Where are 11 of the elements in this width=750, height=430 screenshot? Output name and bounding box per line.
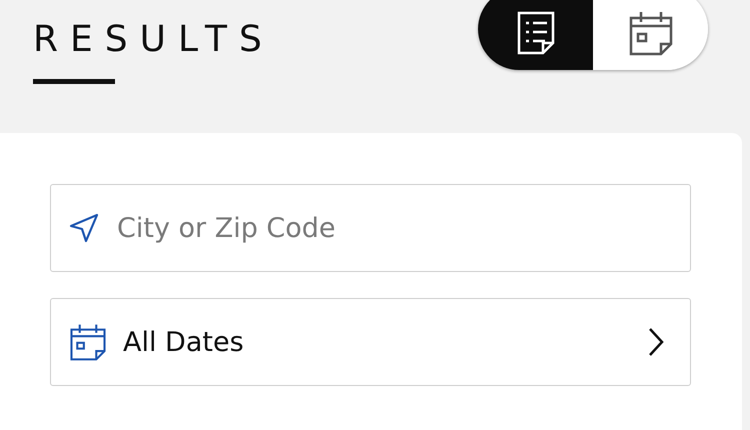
list-view-button[interactable] xyxy=(478,0,593,70)
date-value: All Dates xyxy=(123,326,245,358)
page-title: RESULTS xyxy=(33,20,274,60)
calendar-view-button[interactable] xyxy=(593,0,708,70)
chevron-right-icon xyxy=(648,327,664,357)
location-field[interactable]: City or Zip Code xyxy=(50,184,691,272)
calendar-icon xyxy=(628,10,674,56)
date-picker[interactable]: All Dates xyxy=(50,298,691,386)
list-icon xyxy=(516,10,556,54)
navigation-arrow-icon xyxy=(68,212,100,244)
calendar-icon xyxy=(69,323,107,361)
